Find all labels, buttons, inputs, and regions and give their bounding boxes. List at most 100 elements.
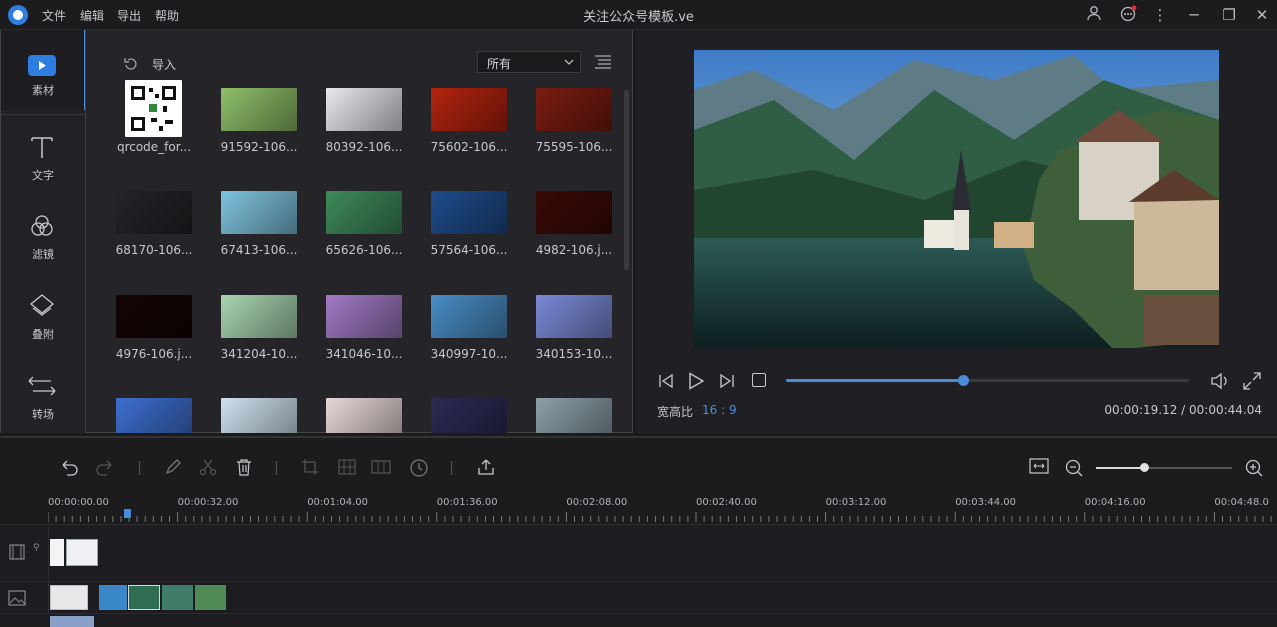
media-item[interactable]: 80392-106... bbox=[326, 80, 426, 175]
timeline-clip[interactable] bbox=[128, 585, 160, 610]
media-item[interactable]: 340153-10... bbox=[536, 287, 626, 382]
media-item-caption: 4976-106.j... bbox=[115, 347, 193, 361]
playback-time: 00:00:19.12 / 00:00:44.04 bbox=[1104, 403, 1262, 417]
undo-icon[interactable] bbox=[58, 458, 80, 480]
media-item-caption: 57564-106... bbox=[430, 243, 508, 257]
playback-progress-track[interactable] bbox=[786, 375, 1189, 386]
media-item[interactable]: 341046-10... bbox=[326, 287, 426, 382]
ruler-tick-label: 00:01:36.00 bbox=[436, 497, 498, 508]
restore-icon[interactable]: ❐ bbox=[1219, 5, 1239, 25]
export-share-icon[interactable] bbox=[475, 458, 497, 480]
ruler-tick-label: 00:02:40.00 bbox=[696, 497, 757, 508]
media-play-icon bbox=[28, 55, 56, 76]
zoom-slider-handle[interactable] bbox=[1139, 463, 1149, 472]
mosaic-icon[interactable] bbox=[336, 458, 358, 480]
title-bar: 文件 编辑 导出 帮助 关注公众号模板.ve ⋮ ─ ❐ ✕ bbox=[0, 0, 1277, 30]
ruler-tick-label: 00:04:16.00 bbox=[1084, 497, 1146, 508]
aspect-ratio-value[interactable]: 16 : 9 bbox=[702, 403, 737, 417]
toolbar-divider bbox=[276, 461, 277, 475]
transition-arrows-icon bbox=[26, 372, 58, 404]
crop-icon[interactable] bbox=[300, 458, 322, 480]
sidebar-item-label: 素材 bbox=[32, 84, 54, 97]
toolbar-divider bbox=[139, 461, 140, 475]
timeline-clip[interactable] bbox=[50, 539, 64, 566]
fit-timeline-icon[interactable] bbox=[1028, 458, 1050, 480]
timeline-clip[interactable] bbox=[99, 585, 127, 610]
track-lock-icon[interactable]: ⚲ bbox=[33, 543, 40, 553]
sidebar-item-overlay[interactable]: 叠附 bbox=[1, 274, 85, 354]
timeline-clip[interactable] bbox=[50, 616, 94, 627]
media-thumbnail bbox=[221, 191, 297, 234]
text-track bbox=[0, 613, 1277, 627]
delete-trash-icon[interactable] bbox=[233, 458, 255, 480]
user-account-icon[interactable] bbox=[1084, 5, 1104, 25]
media-item[interactable]: 341204-10... bbox=[221, 287, 321, 382]
media-item[interactable] bbox=[431, 390, 531, 433]
timeline-clip[interactable] bbox=[162, 585, 193, 610]
close-icon[interactable]: ✕ bbox=[1252, 5, 1272, 25]
media-item[interactable]: 91592-106... bbox=[221, 80, 321, 175]
media-item-caption: 75602-106... bbox=[430, 140, 508, 154]
redo-icon[interactable] bbox=[94, 458, 116, 480]
media-thumbnail bbox=[536, 398, 612, 433]
media-item[interactable]: 4976-106.j... bbox=[116, 287, 216, 382]
media-item-caption: qrcode_for... bbox=[116, 140, 192, 154]
media-item[interactable]: 4982-106.j... bbox=[536, 183, 626, 278]
zoom-slider-track[interactable] bbox=[1096, 463, 1232, 472]
media-thumbnail bbox=[326, 88, 402, 131]
fullscreen-icon[interactable] bbox=[1243, 372, 1261, 394]
sidebar-item-media[interactable]: 素材 bbox=[1, 30, 85, 110]
stop-icon[interactable] bbox=[752, 373, 766, 387]
media-thumbnail bbox=[536, 88, 612, 131]
media-item[interactable]: 65626-106... bbox=[326, 183, 426, 278]
timeline-clip[interactable] bbox=[195, 585, 226, 610]
next-frame-icon[interactable] bbox=[718, 373, 736, 393]
media-item[interactable]: 75595-106... bbox=[536, 80, 626, 175]
message-icon[interactable] bbox=[1118, 5, 1138, 25]
filter-circles-icon bbox=[28, 212, 56, 244]
playhead-handle[interactable] bbox=[124, 509, 131, 518]
zoom-in-icon[interactable] bbox=[1243, 458, 1265, 480]
previous-frame-icon[interactable] bbox=[657, 373, 675, 393]
sidebar-item-label: 转场 bbox=[32, 408, 54, 421]
media-item[interactable] bbox=[221, 390, 321, 433]
media-item[interactable] bbox=[116, 390, 216, 433]
sidebar-item-text[interactable]: 文字 bbox=[1, 114, 85, 194]
sidebar-item-transition[interactable]: 转场 bbox=[1, 354, 85, 434]
media-thumbnail bbox=[431, 295, 507, 338]
media-item[interactable] bbox=[326, 390, 426, 433]
media-item-caption: 341204-10... bbox=[220, 347, 298, 361]
ruler-tick-label: 00:04:48.0 bbox=[1214, 497, 1269, 508]
media-item-caption: 67413-106... bbox=[220, 243, 298, 257]
timeline-ruler[interactable]: 00:00:00.00 00:00:32.00 00:01:04.00 00:01:3… bbox=[0, 494, 1277, 524]
media-item[interactable]: 57564-106... bbox=[431, 183, 531, 278]
text-t-icon bbox=[28, 133, 56, 165]
sidebar: 素材 文字 滤镜 叠附 转场 bbox=[1, 30, 85, 433]
media-scrollbar[interactable] bbox=[624, 90, 629, 270]
timeline-clip[interactable] bbox=[50, 585, 88, 610]
media-item-caption: 341046-10... bbox=[325, 347, 403, 361]
media-item-caption: 68170-106... bbox=[115, 243, 193, 257]
timeline-clip[interactable] bbox=[66, 539, 98, 566]
volume-icon[interactable] bbox=[1210, 372, 1230, 394]
media-thumbnail bbox=[326, 398, 402, 433]
media-item[interactable]: 68170-106... bbox=[116, 183, 216, 278]
more-menu-icon[interactable]: ⋮ bbox=[1150, 5, 1170, 25]
media-item-caption: 340997-10... bbox=[430, 347, 508, 361]
freeze-frame-icon[interactable] bbox=[370, 458, 392, 480]
sidebar-item-filter[interactable]: 滤镜 bbox=[1, 194, 85, 274]
duration-clock-icon[interactable] bbox=[408, 458, 430, 480]
media-item[interactable] bbox=[536, 390, 626, 433]
media-item[interactable]: 340997-10... bbox=[431, 287, 531, 382]
media-item[interactable]: qrcode_for... bbox=[116, 80, 216, 175]
track-image-icon bbox=[8, 590, 26, 610]
media-item[interactable]: 75602-106... bbox=[431, 80, 531, 175]
zoom-out-icon[interactable] bbox=[1063, 458, 1085, 480]
ruler-tick-label: 00:01:04.00 bbox=[307, 497, 369, 508]
minimize-icon[interactable]: ─ bbox=[1184, 5, 1204, 25]
edit-pencil-icon[interactable] bbox=[162, 458, 184, 480]
cut-scissors-icon[interactable] bbox=[197, 458, 219, 480]
play-icon[interactable] bbox=[687, 372, 705, 394]
media-item[interactable]: 67413-106... bbox=[221, 183, 321, 278]
playback-progress-handle[interactable] bbox=[958, 375, 970, 386]
